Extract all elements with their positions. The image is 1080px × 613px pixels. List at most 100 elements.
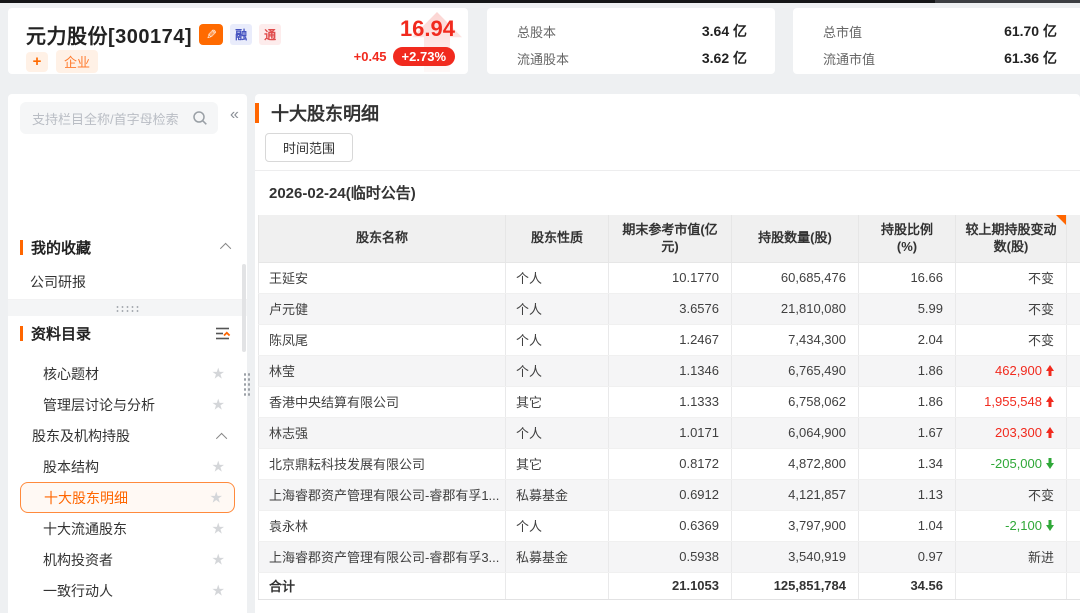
- column-header: 持股比例(%): [859, 215, 956, 262]
- sidebar-item-company-research[interactable]: 公司研报: [8, 264, 247, 300]
- stat-label: 流通市值: [823, 49, 875, 68]
- add-icon[interactable]: +: [26, 52, 48, 72]
- shareholder-name: 林莹: [259, 355, 506, 386]
- collapse-sidebar-icon[interactable]: «: [230, 106, 239, 124]
- share-change: 新进: [956, 541, 1067, 572]
- shares-held: 6,765,490: [732, 355, 859, 386]
- stat-label: 总市值: [823, 22, 862, 41]
- window-top-edge-light: [935, 0, 1080, 3]
- chevron-up-icon[interactable]: [216, 433, 227, 444]
- star-icon[interactable]: ★: [212, 583, 225, 598]
- market-value: 0.5938: [609, 541, 732, 572]
- favorites-section-header[interactable]: 我的收藏: [8, 234, 247, 260]
- divider: [255, 170, 1080, 171]
- share-change: 不变: [956, 293, 1067, 324]
- stat-value: 3.64 亿: [702, 21, 747, 41]
- share-change-value: -2,100: [1005, 518, 1042, 533]
- window-top-edge-dark: [0, 0, 935, 3]
- shares-held: 60,685,476: [732, 262, 859, 293]
- share-change: 不变: [956, 262, 1067, 293]
- search-icon[interactable]: [192, 110, 208, 126]
- time-range-button[interactable]: 时间范围: [265, 133, 353, 162]
- shares-held: 4,121,857: [732, 479, 859, 510]
- sidebar-item[interactable]: 管理层讨论与分析 ★: [8, 389, 247, 420]
- cell-spacer: [1067, 262, 1080, 293]
- star-icon[interactable]: ★: [212, 552, 225, 567]
- favorites-title: 我的收藏: [31, 237, 223, 258]
- sidebar-item-label: 股本结构: [43, 457, 99, 477]
- star-icon[interactable]: ★: [212, 521, 225, 536]
- star-icon[interactable]: ★: [212, 366, 225, 381]
- star-icon[interactable]: ★: [212, 459, 225, 474]
- star-icon[interactable]: ★: [212, 397, 225, 412]
- cell-spacer: [1067, 355, 1080, 386]
- sidebar-item[interactable]: 股权穿透★: [8, 606, 247, 613]
- share-change-value: 不变: [1028, 333, 1054, 348]
- shareholder-name: 卢元健: [259, 293, 506, 324]
- holding-percent: 16.66: [859, 262, 956, 293]
- collapse-all-icon[interactable]: [215, 326, 231, 341]
- stat-label: 总股本: [517, 22, 556, 41]
- edit-pencil-icon[interactable]: ✎: [199, 24, 223, 45]
- enterprise-badge[interactable]: 企业: [56, 50, 98, 73]
- cell-spacer: [1067, 572, 1080, 599]
- cell-spacer: [1067, 479, 1080, 510]
- share-change-value: 203,300: [995, 425, 1042, 440]
- sidebar-item[interactable]: 机构投资者★: [8, 544, 247, 575]
- arrow-up-icon: [1045, 427, 1054, 438]
- shareholder-type: 其它: [506, 448, 609, 479]
- table-row: 王延安个人10.177060,685,47616.66不变: [259, 262, 1080, 293]
- column-header: 股东性质: [506, 215, 609, 262]
- share-change: 不变: [956, 479, 1067, 510]
- page-title: 十大股东明细: [271, 100, 379, 126]
- sidebar-item[interactable]: 一致行动人★: [8, 575, 247, 606]
- arrow-up-icon: [1045, 396, 1054, 407]
- share-change-value: 1,955,548: [984, 394, 1042, 409]
- shareholder-name: 陈凤尾: [259, 324, 506, 355]
- sidebar-item[interactable]: 核心题材★: [8, 358, 247, 389]
- holding-percent: 0.97: [859, 541, 956, 572]
- search-input[interactable]: 支持栏目全称/首字母检索: [20, 102, 218, 134]
- table-row: 林莹个人1.13466,765,4901.86462,900: [259, 355, 1080, 386]
- table-row: 上海睿郡资产管理有限公司-睿郡有孚1...私募基金0.69124,121,857…: [259, 479, 1080, 510]
- total-row: 合计21.1053125,851,78434.56: [259, 572, 1080, 599]
- shares-held: 125,851,784: [732, 572, 859, 599]
- sidebar-item-label: 管理层讨论与分析: [43, 395, 155, 415]
- shareholder-type: 个人: [506, 324, 609, 355]
- column-header-spacer: [1067, 215, 1080, 262]
- share-change-value: 462,900: [995, 363, 1042, 378]
- share-change: 不变: [956, 324, 1067, 355]
- holding-percent: 1.86: [859, 355, 956, 386]
- share-change-value: 新进: [1028, 550, 1054, 565]
- price-change: +0.45: [354, 49, 387, 64]
- price-change-percent-badge: +2.73%: [393, 47, 455, 66]
- sidebar-scrollbar-thumb[interactable]: [242, 264, 246, 352]
- sidebar-item[interactable]: 十大流通股东★: [8, 513, 247, 544]
- holding-percent: 2.04: [859, 324, 956, 355]
- sidebar-item-selected[interactable]: 十大股东明细★: [20, 482, 235, 513]
- table-row: 袁永林个人0.63693,797,9001.04-2,100: [259, 510, 1080, 541]
- holding-percent: 1.04: [859, 510, 956, 541]
- window-top-edge: [0, 0, 1080, 3]
- panel-drag-strip[interactable]: [8, 300, 247, 316]
- section-accent-bar: [20, 326, 23, 341]
- sidebar-item[interactable]: 股东及机构持股: [8, 420, 247, 451]
- sidebar: 支持栏目全称/首字母检索 « 我的收藏 公司研报 资料目录 核心题材★管理层讨论…: [8, 94, 247, 613]
- shareholder-name: 合计: [259, 572, 506, 599]
- shareholder-type: 个人: [506, 293, 609, 324]
- directory-section-header[interactable]: 资料目录: [8, 320, 247, 346]
- share-change-value: -205,000: [991, 456, 1042, 471]
- market-value: 1.0171: [609, 417, 732, 448]
- stock-name-code: 元力股份[300174]: [26, 20, 192, 49]
- sidebar-item[interactable]: 股本结构 ★: [8, 451, 247, 482]
- star-icon[interactable]: ★: [210, 490, 223, 505]
- market-value: 0.8172: [609, 448, 732, 479]
- margin-trading-tag: 融: [230, 24, 252, 45]
- holding-percent: 5.99: [859, 293, 956, 324]
- stock-header-card: 元力股份[300174] ✎ 融 通 + 企业 16.94 +0.45 +2.7…: [8, 8, 468, 74]
- sidebar-item-label: 股东及机构持股: [32, 426, 130, 446]
- panel-resize-handle[interactable]: [243, 372, 250, 396]
- shareholder-type: 其它: [506, 386, 609, 417]
- shareholders-table-wrap: 股东名称股东性质期末参考市值(亿元)持股数量(股)持股比例(%)较上期持股变动数…: [258, 215, 1080, 600]
- share-change: 203,300: [956, 417, 1067, 448]
